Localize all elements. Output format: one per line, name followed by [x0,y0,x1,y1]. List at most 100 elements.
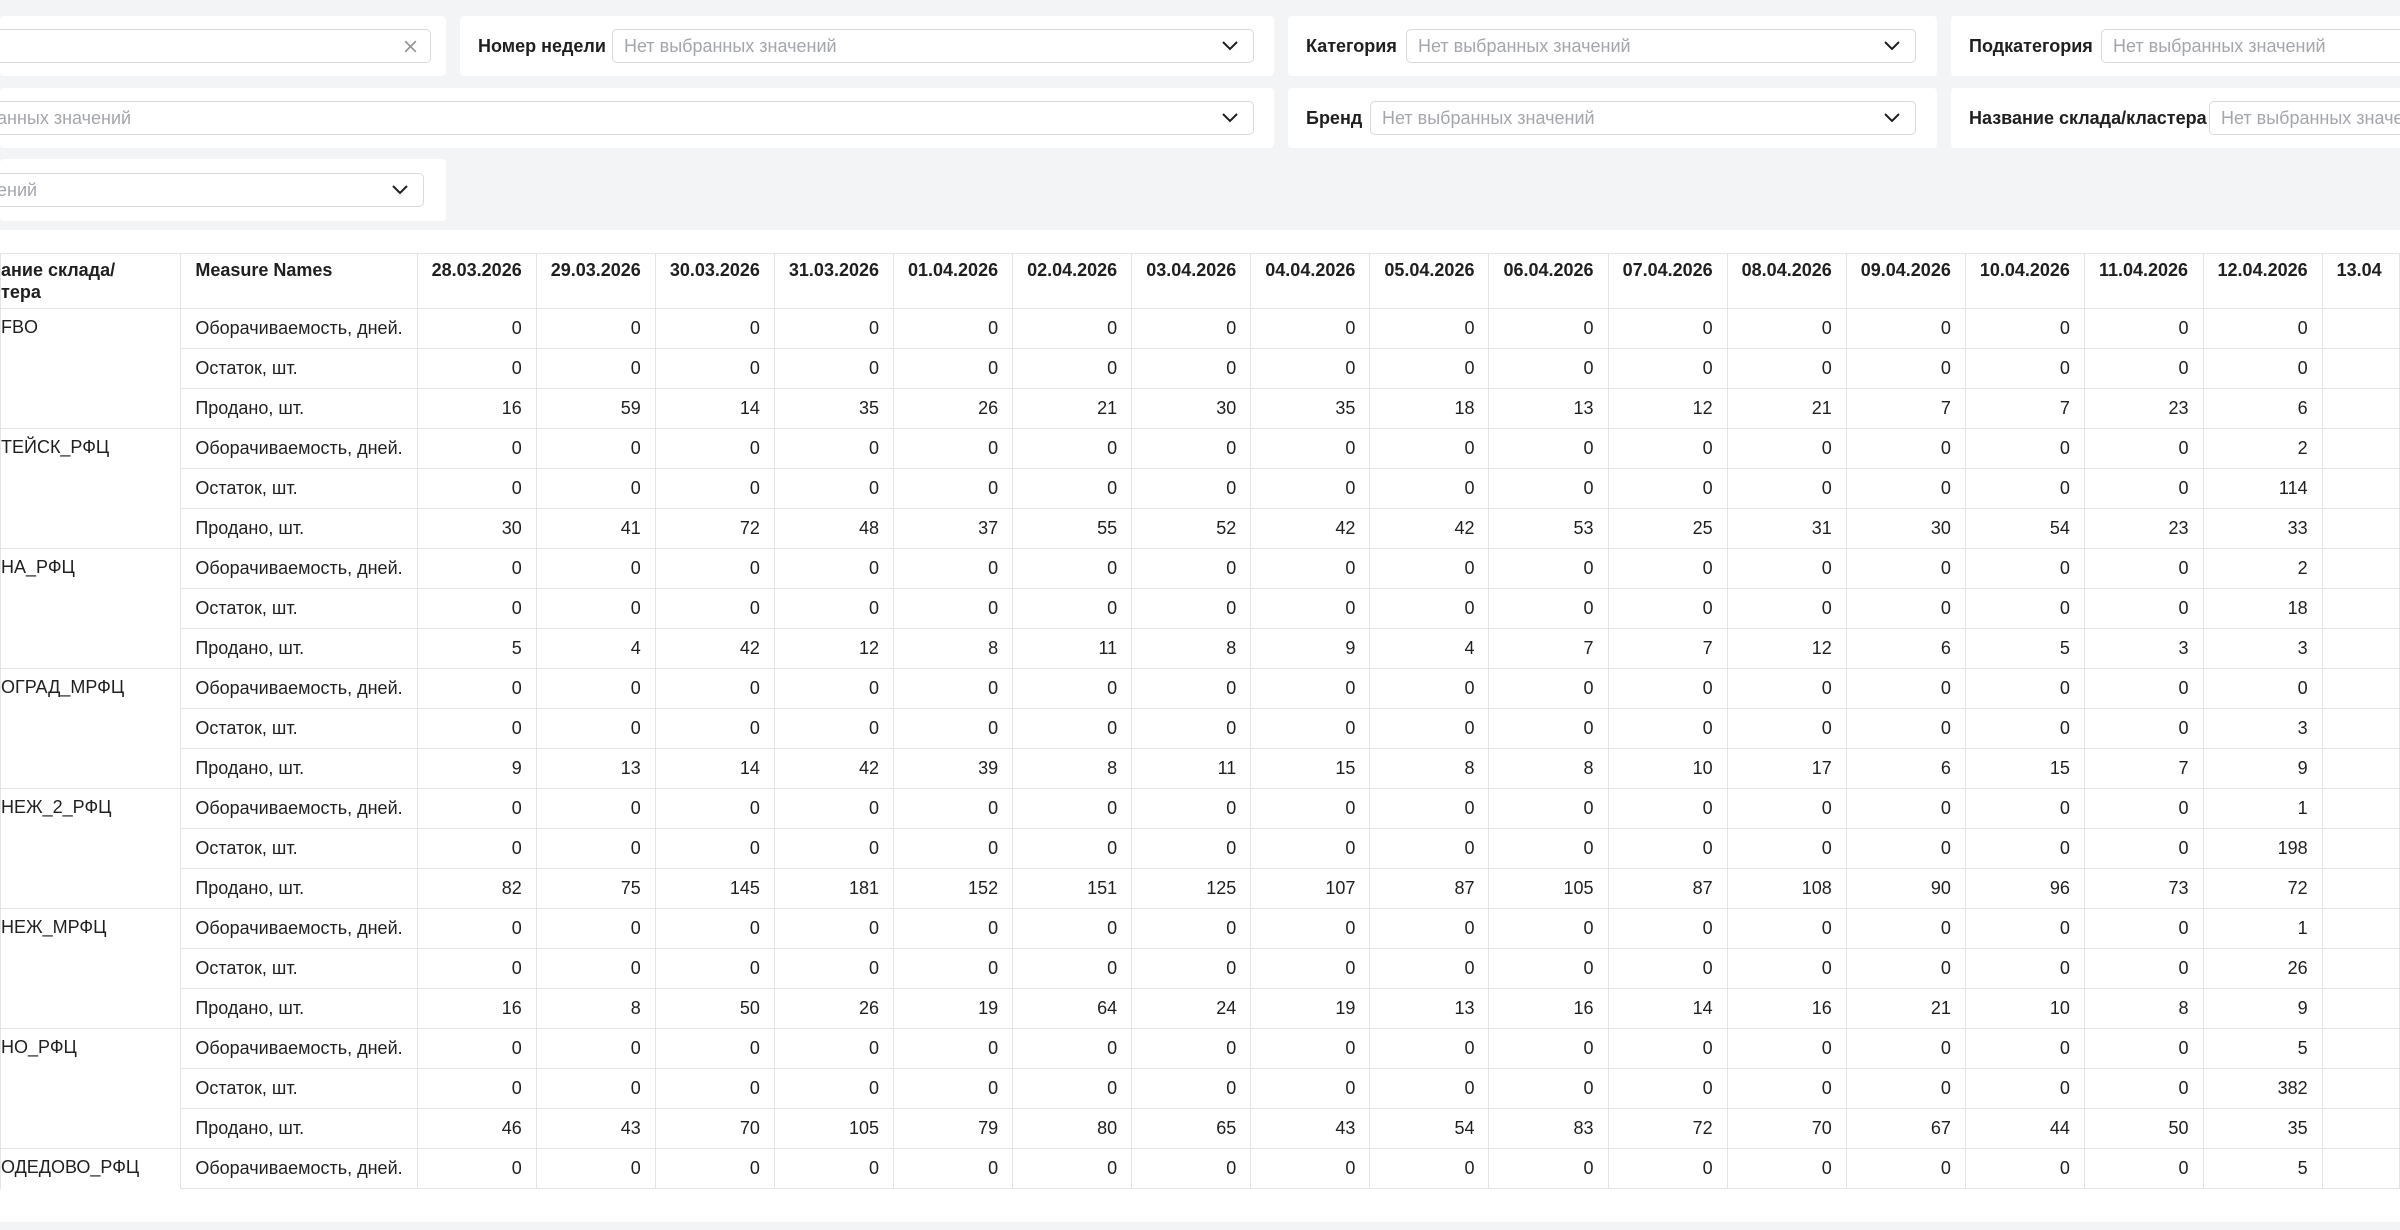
value-cell: 0 [2083,948,2204,989]
value-cell: 0 [2083,348,2204,389]
value-cell: 0 [1607,468,1728,509]
value-cell: 0 [1488,948,1609,989]
value-cell: 0 [773,588,895,629]
value-cell: 7 [1607,628,1728,669]
value-cell: 0 [654,348,775,389]
value-cell: 0 [416,828,537,869]
chevron-down-icon [1884,41,1900,51]
value-cell: 18 [2202,588,2323,629]
measure-name: Остаток, шт. [180,468,418,509]
table-row: Остаток, шт. 0 0 0 0 0 0 0 0 0 0 0 0 0 0 0 26 [0,948,2400,989]
value-cell: 0 [1488,708,1609,749]
value-cell: 0 [1131,668,1252,709]
value-cell: 0 [2083,908,2204,949]
table-row: ОДЕДОВО_РФЦ Оборачиваемость, дней. 0 0 0 0 0 0 0… [0,1148,2400,1189]
value-cell: 0 [535,308,656,349]
value-cell: 0 [416,668,537,709]
value-cell [2321,948,2400,989]
value-cell: 0 [1726,1028,1847,1069]
warehouse-name: НЕЖ_2_РФЦ [0,788,182,829]
value-cell: 0 [773,1028,895,1069]
brand-filter-panel: Бренд Нет выбранных значений [1288,88,1937,148]
value-cell: 2 [2202,428,2323,469]
week-select-placeholder: Нет выбранных значений [624,35,837,56]
warehouse-cell-empty [0,388,182,429]
brand-select[interactable]: Нет выбранных значений [1370,101,1916,135]
week-select[interactable]: Нет выбранных значений [612,29,1254,63]
value-cell: 0 [1369,668,1490,709]
value-cell: 0 [1726,548,1847,589]
value-cell: 0 [892,708,1014,749]
value-cell: 64 [1012,988,1133,1029]
value-cell: 30 [1845,508,1966,549]
value-cell: 6 [1845,628,1966,669]
value-cell: 59 [535,388,656,429]
value-cell [2321,548,2400,589]
value-cell: 0 [1964,708,2085,749]
partial-select[interactable]: анных значений [0,101,1254,135]
value-cell: 0 [892,468,1014,509]
value-cell: 0 [535,708,656,749]
value-cell: 82 [416,868,537,909]
value-cell: 0 [1964,1028,2085,1069]
warehouse-select[interactable]: Нет выбранных значе [2209,101,2400,135]
header-date: 31.03.2026 [773,253,895,309]
partial-select-2[interactable]: ений [0,173,424,207]
value-cell: 114 [2202,468,2323,509]
value-cell: 0 [1369,348,1490,389]
value-cell: 0 [1488,1028,1609,1069]
value-cell: 0 [1845,1148,1966,1189]
measure-name: Продано, шт. [180,388,418,429]
value-cell: 0 [1488,1068,1609,1109]
value-cell: 0 [1012,1148,1133,1189]
value-cell: 0 [1369,1148,1490,1189]
value-cell: 0 [654,468,775,509]
value-cell: 0 [416,588,537,629]
value-cell [2321,468,2400,509]
value-cell: 152 [892,868,1014,909]
value-cell: 0 [2083,828,2204,869]
category-select[interactable]: Нет выбранных значений [1406,29,1916,63]
value-cell [2321,668,2400,709]
value-cell: 6 [2202,388,2323,429]
value-cell: 13 [1488,388,1609,429]
value-cell: 41 [535,508,656,549]
value-cell: 12 [773,628,895,669]
value-cell: 0 [1964,788,2085,829]
value-cell: 43 [535,1108,656,1149]
value-cell: 0 [1726,1068,1847,1109]
value-cell: 0 [416,1028,537,1069]
table-row: НА_РФЦ Оборачиваемость, дней. 0 0 0 0 0 0 0 0 0 0 0 0… [0,548,2400,589]
value-cell: 181 [773,868,895,909]
table-row: ОГРАД_МРФЦ Оборачиваемость, дней. 0 0 0 0 0 0 0 0… [0,668,2400,709]
value-cell: 23 [2083,508,2204,549]
subcategory-filter-panel: Подкатегория Нет выбранных значений [1951,16,2400,76]
value-cell: 39 [892,748,1014,789]
subcategory-select[interactable]: Нет выбранных значений [2101,29,2400,63]
value-cell: 0 [1964,948,2085,989]
value-cell: 0 [535,468,656,509]
search-input[interactable] [0,29,431,63]
value-cell: 5 [2202,1148,2323,1189]
value-cell: 0 [1726,948,1847,989]
value-cell: 0 [773,468,895,509]
subcategory-filter-label: Подкатегория [1969,35,2093,56]
value-cell: 0 [416,908,537,949]
value-cell: 0 [1607,1068,1728,1109]
value-cell: 0 [535,908,656,949]
value-cell: 0 [654,948,775,989]
measure-name: Остаток, шт. [180,588,418,629]
value-cell: 0 [1607,308,1728,349]
value-cell: 80 [1012,1108,1133,1149]
header-date: 08.04.2026 [1726,253,1847,309]
value-cell: 0 [1964,828,2085,869]
warehouse-cell-empty [0,868,182,909]
value-cell: 17 [1726,748,1847,789]
value-cell: 72 [2202,868,2323,909]
value-cell: 0 [1012,668,1133,709]
value-cell: 0 [892,1148,1014,1189]
clear-icon[interactable] [402,38,419,55]
table-row: НО_РФЦ Оборачиваемость, дней. 0 0 0 0 0 0 0 0 0 0 0 0… [0,1028,2400,1069]
value-cell: 0 [892,908,1014,949]
value-cell: 0 [1131,588,1252,629]
